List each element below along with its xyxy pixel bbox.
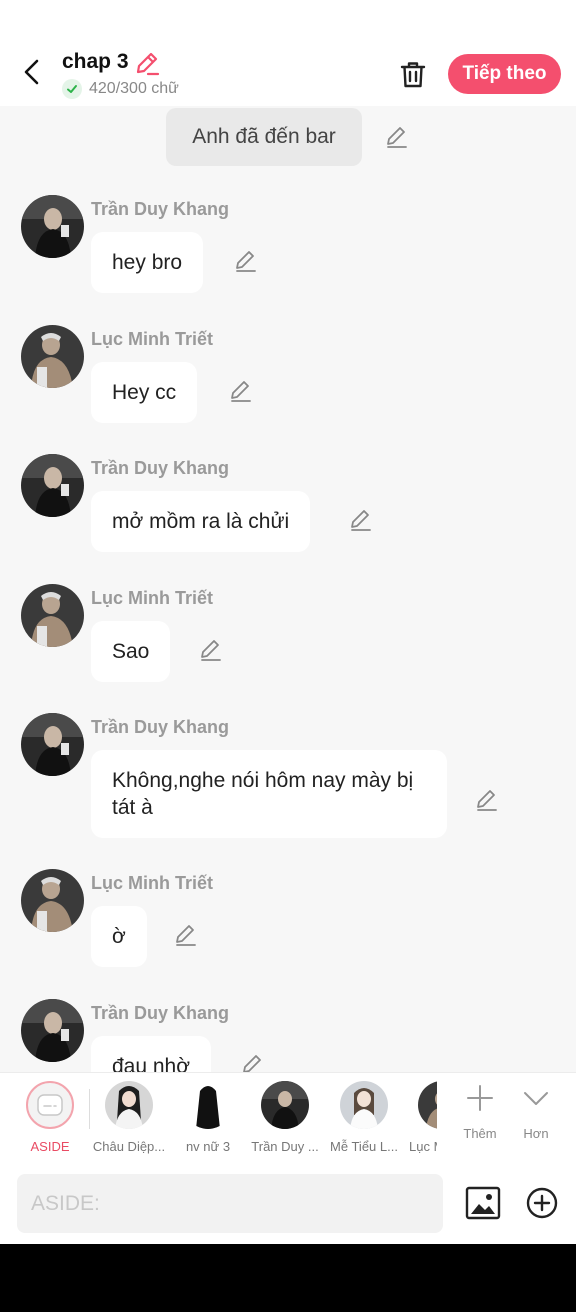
character-bar: ASIDE Châu Diệp... nv nữ 3 Trần Duy ... … [0,1072,576,1164]
message-input[interactable] [17,1174,443,1233]
message-item: Lục Minh Triết Hey cc [0,325,576,435]
message-item: Lục Minh Triết ờ [0,869,576,979]
back-button[interactable] [18,58,46,86]
narration-bubble[interactable]: Anh đã đến bar [166,108,362,166]
character-item[interactable]: nv nữ 3 [171,1081,245,1154]
avatar[interactable] [21,584,84,647]
more-button[interactable]: Thêm [456,1083,504,1141]
avatar[interactable] [21,325,84,388]
sender-name: Lục Minh Triết [91,329,214,349]
pencil-icon [176,925,196,946]
message-bubble[interactable]: Không,nghe nói hôm nay mày bị tát à [91,750,447,838]
avatar[interactable] [21,999,84,1062]
edit-message-button[interactable] [474,787,500,813]
trash-icon [400,62,426,88]
avatar [105,1081,153,1129]
delete-button[interactable] [398,60,428,90]
message-item: Lục Minh Triết Sao [0,584,576,694]
pencil-icon [231,381,251,402]
edit-message-button[interactable] [348,507,374,533]
message-bubble[interactable]: Hey cc [91,362,198,423]
sender-name: Trần Duy Khang [91,717,230,737]
avatar[interactable] [21,869,84,932]
add-button[interactable] [525,1186,559,1220]
header: chap 3 420/300 chữ Tiếp theo [0,40,576,106]
pencil-icon [136,52,160,76]
edit-message-button[interactable] [198,637,224,663]
plus-icon [467,1085,493,1111]
avatar[interactable] [21,454,84,517]
edit-message-button[interactable] [240,1052,266,1072]
pencil-icon [387,127,407,148]
chevron-left-icon [24,59,39,85]
avatar [261,1081,309,1129]
chapter-title: chap 3 [62,50,129,73]
pencil-icon [351,510,371,531]
character-aside[interactable]: ASIDE [13,1081,87,1154]
avatar [418,1081,437,1129]
avatar[interactable] [21,195,84,258]
sender-name: Lục Minh Triết [91,873,214,893]
plus-circle-icon [526,1187,558,1219]
check-icon [62,79,82,99]
app-root: chap 3 420/300 chữ Tiếp theo Anh đã đến … [0,0,576,1244]
character-label: ASIDE [30,1139,70,1154]
message-item: Trần Duy Khang mở mồm ra là chửi [0,454,576,564]
character-label: Trần Duy ... [251,1139,319,1154]
character-item[interactable]: Trần Duy ... [248,1081,322,1154]
character-label: nv nữ 3 [185,1139,231,1154]
character-item[interactable]: Lục M [405,1081,437,1154]
aside-avatar [26,1081,74,1129]
sender-name: Trần Duy Khang [91,1003,230,1023]
word-count-text: 420/300 chữ [89,80,179,97]
divider [89,1089,90,1129]
character-item[interactable]: Châu Diệp... [92,1081,166,1154]
message-bubble[interactable]: đau nhờ [91,1036,212,1072]
composer [0,1164,576,1244]
edit-narration-button[interactable] [384,124,410,150]
chat-area[interactable]: Anh đã đến bar Trần Duy Khang hey bro Lụ… [0,106,576,1072]
more-label: Thêm [463,1126,497,1141]
message-item: Trần Duy Khang hey bro [0,195,576,305]
message-bubble[interactable]: hey bro [91,232,204,293]
next-button[interactable]: Tiếp theo [448,54,561,94]
status-bar [0,0,576,40]
chevron-down-icon [524,1092,548,1105]
avatar [340,1081,388,1129]
character-item[interactable]: Mễ Tiểu L... [327,1081,401,1154]
sender-name: Trần Duy Khang [91,199,230,219]
pencil-icon [477,790,497,811]
aside-icon [37,1094,63,1116]
edit-title-button[interactable] [134,50,160,76]
expand-button[interactable]: Hơn [512,1083,560,1141]
sender-name: Trần Duy Khang [91,458,230,478]
word-count: 420/300 chữ [62,79,179,99]
character-label: Châu Diệp... [92,1139,166,1154]
message-bubble[interactable]: ờ [91,906,147,967]
pencil-icon [243,1055,261,1072]
edit-message-button[interactable] [233,248,259,274]
edit-message-button[interactable] [228,378,254,404]
expand-label: Hơn [523,1126,549,1141]
sender-name: Lục Minh Triết [91,588,214,608]
pencil-icon [201,640,221,661]
image-icon [465,1186,501,1220]
character-label: Mễ Tiểu L... [330,1139,398,1154]
image-button[interactable] [465,1185,501,1221]
edit-message-button[interactable] [173,922,199,948]
message-item: Trần Duy Khang Không,nghe nói hôm nay mà… [0,713,576,853]
message-item: Trần Duy Khang đau nhờ [0,999,576,1072]
character-label: Lục M [409,1139,437,1154]
pencil-icon [236,251,256,272]
avatar[interactable] [21,713,84,776]
message-bubble[interactable]: Sao [91,621,171,682]
avatar [184,1081,232,1129]
message-bubble[interactable]: mở mồm ra là chửi [91,491,311,552]
